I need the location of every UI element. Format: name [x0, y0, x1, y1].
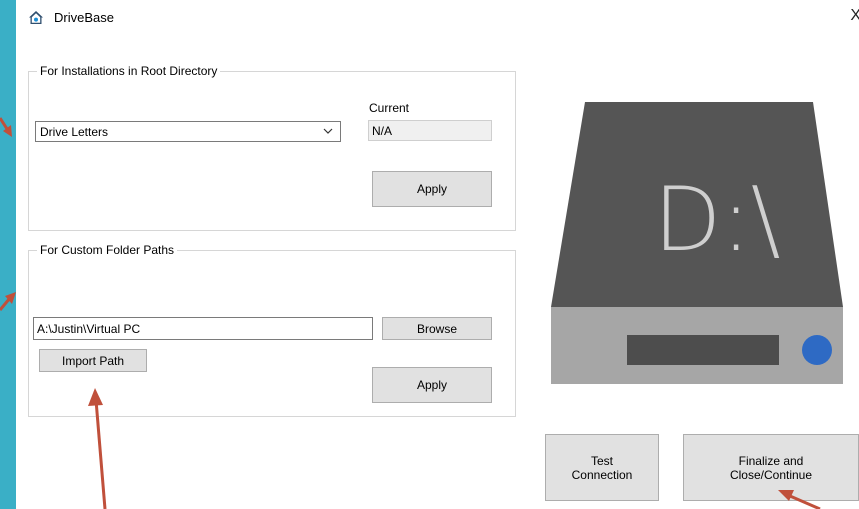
title-bar: DriveBase X — [16, 0, 859, 34]
custom-group-legend: For Custom Folder Paths — [37, 243, 178, 257]
close-button[interactable]: X — [850, 7, 859, 25]
house-icon — [29, 11, 43, 24]
custom-paths-group: For Custom Folder Paths A:\Justin\Virtua… — [28, 243, 516, 417]
current-value: N/A — [372, 124, 393, 138]
drive-letters-dropdown[interactable]: Drive Letters — [35, 121, 341, 142]
finalize-button[interactable]: Finalize and Close/Continue — [683, 434, 859, 501]
window-title: DriveBase — [54, 10, 114, 25]
drive-graphic: D:\ — [551, 102, 843, 384]
path-input[interactable]: A:\Justin\Virtual PC — [33, 317, 373, 340]
root-apply-label: Apply — [416, 182, 448, 196]
custom-apply-button[interactable]: Apply — [372, 367, 492, 403]
arrow-left-edge-lower — [0, 292, 16, 311]
browse-button[interactable]: Browse — [382, 317, 492, 340]
custom-apply-label: Apply — [416, 378, 448, 392]
finalize-label-line2: Close/Continue — [729, 467, 813, 482]
root-apply-button[interactable]: Apply — [372, 171, 492, 207]
import-path-label: Import Path — [61, 353, 125, 368]
path-value: A:\Justin\Virtual PC — [37, 322, 141, 336]
drive-slot — [627, 335, 779, 365]
current-label: Current — [369, 101, 410, 115]
import-path-button[interactable]: Import Path — [39, 349, 147, 372]
test-connection-button[interactable]: Test Connection — [545, 434, 659, 501]
root-directory-group: For Installations in Root Directory Driv… — [28, 64, 516, 231]
drive-led-icon — [802, 335, 832, 365]
chevron-down-icon — [323, 128, 333, 134]
root-group-legend: For Installations in Root Directory — [37, 64, 221, 78]
drive-letter-text: D:\ — [653, 168, 780, 271]
app-window: DriveBase X For Installations in Root Di… — [16, 0, 859, 509]
dropdown-value: Drive Letters — [40, 125, 109, 139]
arrow-left-edge-upper — [0, 117, 12, 137]
test-label-line2: Connection — [571, 467, 633, 482]
test-label-line1: Test — [590, 453, 613, 468]
current-value-field: N/A — [368, 120, 492, 141]
browse-label: Browse — [416, 321, 457, 336]
finalize-label-line1: Finalize and — [738, 453, 804, 468]
